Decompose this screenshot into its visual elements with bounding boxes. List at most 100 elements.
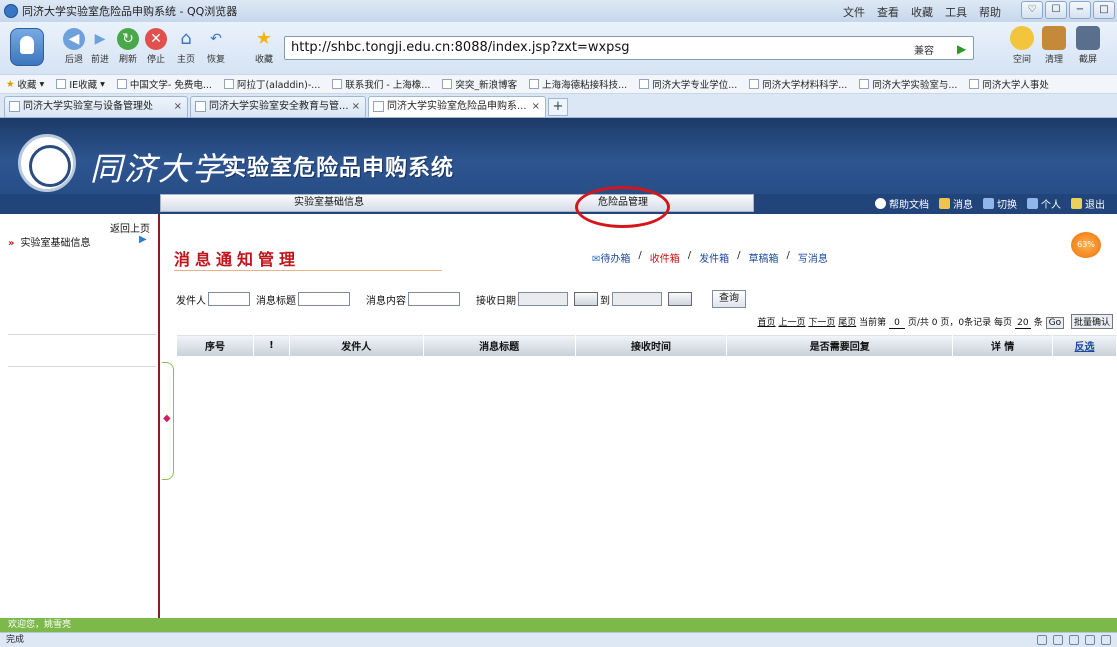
university-seal-logo (18, 134, 76, 192)
table-header-row: 序号 ! 发件人 消息标题 接收时间 是否需要回复 详 情 反选 (176, 334, 1117, 357)
prev-page-link[interactable]: 上一页 (778, 318, 805, 328)
compose-link[interactable]: 写消息 (798, 250, 828, 265)
tab-lab-info[interactable]: 实验室基础信息 (294, 195, 364, 211)
status-text: 完成 (6, 635, 25, 645)
tab-hazard-purchase[interactable]: 同济大学实验室危险品申购系... × (368, 96, 546, 117)
subject-input[interactable] (298, 292, 350, 306)
minimize-button[interactable]: − (1069, 1, 1091, 19)
col-details: 详 情 (952, 334, 1053, 357)
fav-item[interactable]: 联系我们 - 上海橡... (332, 77, 430, 91)
date-end-input[interactable] (612, 292, 662, 306)
page-icon (223, 79, 234, 89)
page-icon (859, 79, 870, 89)
tab-lab-equipment[interactable]: 同济大学实验室与设备管理处 × (4, 96, 188, 117)
compat-mode-button[interactable]: 兼容 (914, 42, 934, 57)
favorites-icon: ★ (6, 78, 15, 90)
query-button[interactable]: 查询 (712, 290, 746, 308)
date-start-input[interactable] (518, 292, 568, 306)
fav-item[interactable]: IE收藏 ▾ (56, 77, 105, 91)
tab-close-icon[interactable]: × (174, 97, 182, 117)
drafts-link[interactable]: 草稿箱 (749, 250, 779, 265)
sidebar-item-lab-info[interactable]: » 实验室基础信息 (8, 234, 90, 249)
back-link[interactable]: 返回上页 (110, 220, 150, 235)
content-input[interactable] (408, 292, 460, 306)
window-title: 同济大学实验室危险品申购系统 - QQ浏览器 (22, 5, 238, 18)
panel-splitter[interactable]: ◆ (162, 362, 174, 480)
avatar[interactable] (10, 28, 44, 66)
invert-selection-link[interactable]: 反选 (1052, 334, 1117, 357)
page-icon (442, 79, 453, 89)
main-nav: 实验室基础信息 危险品管理 帮助文档 消息 切换 个人 退出 (0, 194, 1117, 214)
restore-button[interactable]: ↶ 恢复 (200, 28, 232, 65)
fav-item[interactable]: 同济大学实验室与... (859, 77, 957, 91)
last-page-link[interactable]: 尾页 (838, 318, 856, 328)
fav-item[interactable]: 同济大学专业学位... (639, 77, 737, 91)
chat-icon[interactable]: ☐ (1045, 1, 1067, 19)
sidebar: 返回上页 » 实验室基础信息 ▶ (0, 214, 160, 618)
calendar-icon[interactable] (574, 292, 598, 306)
fav-item[interactable]: 同济大学材料科学... (749, 77, 847, 91)
home-button[interactable]: ⌂ 主页 (170, 28, 202, 65)
browser-titlebar: 同济大学实验室危险品申购系统 - QQ浏览器 文件 查看 收藏 工具 帮助 ♡ … (0, 0, 1117, 22)
address-bar[interactable]: http://shbc.tongji.edu.cn:8088/index.jsp… (284, 36, 974, 60)
fav-item[interactable]: 阿拉丁(aladdin)-... (223, 77, 320, 91)
speed-badge[interactable]: 63% (1071, 232, 1101, 258)
go-button[interactable]: Go (1045, 317, 1065, 329)
fav-item[interactable]: 突突_新浪博客 (442, 77, 517, 91)
fav-item[interactable]: 同济大学人事处 (969, 77, 1049, 91)
profile-link[interactable]: 个人 (1027, 196, 1061, 211)
calendar-icon[interactable] (668, 292, 692, 306)
sender-input[interactable] (208, 292, 250, 306)
fav-item[interactable]: ★ 收藏 ▾ (6, 77, 44, 92)
new-tab-button[interactable]: + (548, 98, 568, 116)
per-page-input[interactable]: 20 (1014, 318, 1031, 329)
go-arrow-icon[interactable]: ▶ (957, 42, 966, 56)
screen-icon[interactable] (1053, 635, 1063, 645)
next-page-link[interactable]: 下一页 (808, 318, 835, 328)
menu-tools[interactable]: 工具 (945, 4, 967, 20)
outbox-link[interactable]: 发件箱 (699, 250, 729, 265)
maximize-button[interactable]: □ (1093, 1, 1115, 19)
clean-button[interactable]: 清理 (1036, 26, 1072, 65)
zoom-icon[interactable] (1101, 635, 1111, 645)
tab-close-icon[interactable]: × (532, 97, 540, 117)
space-button[interactable]: 空间 (1004, 26, 1040, 65)
page-icon (116, 79, 127, 89)
current-page-input[interactable]: 0 (889, 318, 905, 329)
space-icon (1010, 26, 1034, 50)
sidebar-divider (8, 334, 156, 367)
fav-item[interactable]: 中国文学- 免费电... (116, 77, 212, 91)
switch-link[interactable]: 切换 (983, 196, 1017, 211)
collapse-arrow-icon[interactable]: ◆ (163, 413, 171, 424)
menu-view[interactable]: 查看 (877, 4, 899, 20)
menu-help[interactable]: 帮助 (979, 4, 1001, 20)
skin-icon[interactable]: ♡ (1021, 1, 1043, 19)
sound-icon[interactable] (1037, 635, 1047, 645)
star-icon: ★ (255, 28, 273, 49)
message-nav: ✉待办箱 / 收件箱 / 发件箱 / 草稿箱 / 写消息 (592, 250, 828, 265)
tab-safety-education[interactable]: 同济大学实验室安全教育与管... × (190, 96, 366, 117)
menu-file[interactable]: 文件 (843, 4, 865, 20)
university-name: 同济大学 (90, 150, 227, 188)
date-to-label: 到 (600, 295, 610, 307)
window-icon[interactable] (1085, 635, 1095, 645)
stop-button[interactable]: ✕ 停止 (140, 28, 172, 65)
first-page-link[interactable]: 首页 (758, 318, 776, 328)
status-bar: 完成 (0, 632, 1117, 647)
qq-browser-icon (4, 4, 18, 18)
tab-close-icon[interactable]: × (352, 97, 360, 117)
date-label: 接收日期 (476, 295, 516, 307)
batch-confirm-button[interactable]: 批量确认 (1070, 314, 1113, 329)
logout-link[interactable]: 退出 (1071, 196, 1105, 211)
inbox-link[interactable]: 收件箱 (650, 250, 680, 265)
messages-link[interactable]: 消息 (939, 196, 973, 211)
inbox-pending-link[interactable]: ✉待办箱 (592, 250, 630, 265)
menu-favorites[interactable]: 收藏 (911, 4, 933, 20)
system-name: 实验室危险品申购系统 (224, 156, 455, 181)
download-icon[interactable] (1069, 635, 1079, 645)
help-doc-link[interactable]: 帮助文档 (875, 196, 929, 211)
screenshot-button[interactable]: 截屏 (1070, 26, 1106, 65)
fav-item[interactable]: 上海海德粘接科技... (529, 77, 627, 91)
favorite-button[interactable]: ★ 收藏 (248, 28, 280, 65)
expand-arrow-icon[interactable]: ▶ (139, 234, 147, 245)
